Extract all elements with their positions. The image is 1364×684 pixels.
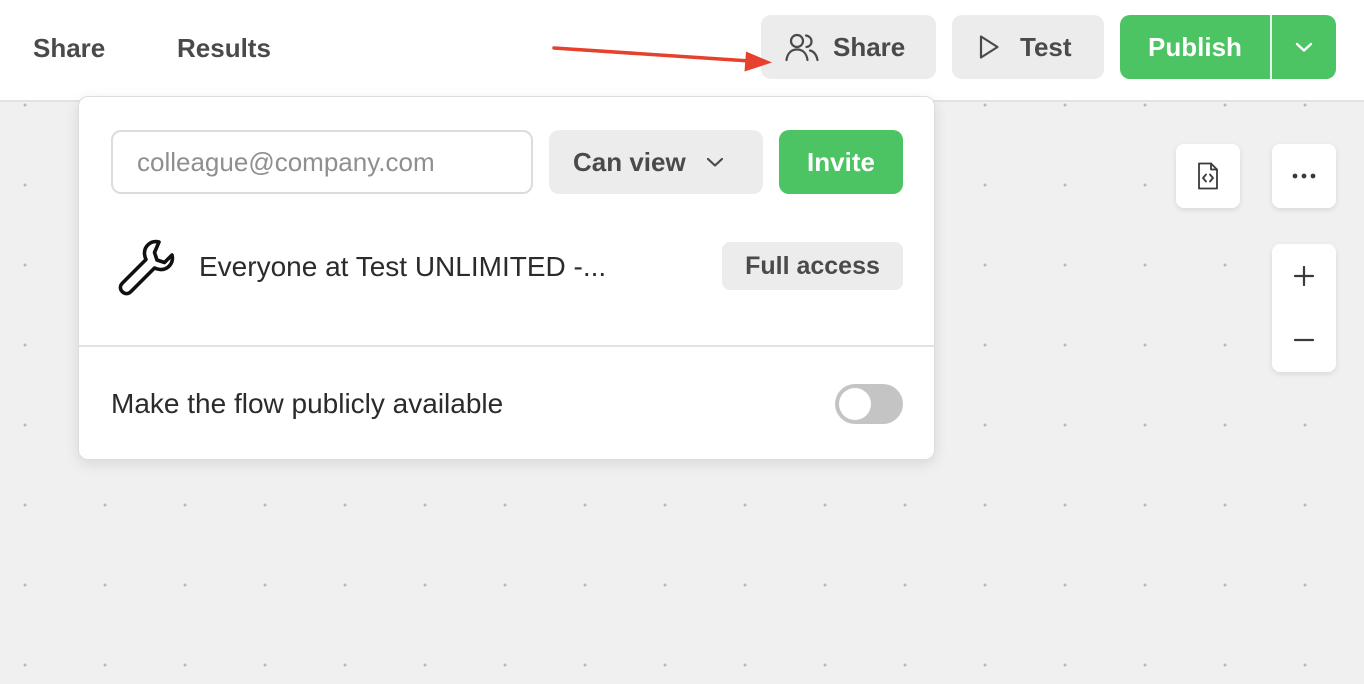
publish-button[interactable]: Publish: [1120, 15, 1270, 79]
zoom-out-button[interactable]: [1272, 308, 1336, 372]
chevron-down-icon: [706, 156, 724, 168]
role-select-value: Can view: [573, 146, 686, 177]
member-name: Everyone at Test UNLIMITED -...: [199, 251, 607, 282]
annotation-arrow: [552, 46, 772, 72]
tab-results[interactable]: Results: [177, 30, 271, 66]
zoom-in-button[interactable]: [1272, 244, 1336, 308]
share-button-label: Share: [833, 31, 906, 62]
email-input[interactable]: [111, 130, 533, 194]
tab-share[interactable]: Share: [33, 30, 105, 66]
zoom-in-icon: [1294, 266, 1314, 286]
users-icon: [785, 32, 819, 62]
wrench-icon: [113, 235, 177, 299]
chevron-down-icon: [1295, 41, 1313, 53]
code-view-button[interactable]: [1176, 144, 1240, 208]
code-file-icon: [1196, 162, 1220, 190]
zoom-controls: [1272, 244, 1336, 372]
test-button[interactable]: Test: [952, 15, 1104, 79]
role-select[interactable]: Can view: [549, 130, 763, 194]
more-icon: [1292, 173, 1316, 179]
publish-options-button[interactable]: [1272, 15, 1336, 79]
toggle-knob: [839, 388, 871, 420]
access-level-select[interactable]: Full access: [722, 242, 903, 290]
share-button[interactable]: Share: [761, 15, 936, 79]
publish-button-group: Publish: [1120, 15, 1336, 79]
test-button-label: Test: [1020, 31, 1072, 62]
public-toggle-label: Make the flow publicly available: [111, 388, 504, 419]
zoom-out-icon: [1294, 338, 1314, 342]
more-options-button[interactable]: [1272, 144, 1336, 208]
play-icon: [978, 34, 1000, 60]
share-popover: Can view Invite Everyone at Test UNLIMIT…: [78, 96, 935, 460]
divider: [79, 345, 934, 347]
public-toggle[interactable]: [835, 384, 903, 424]
invite-button[interactable]: Invite: [779, 130, 903, 194]
